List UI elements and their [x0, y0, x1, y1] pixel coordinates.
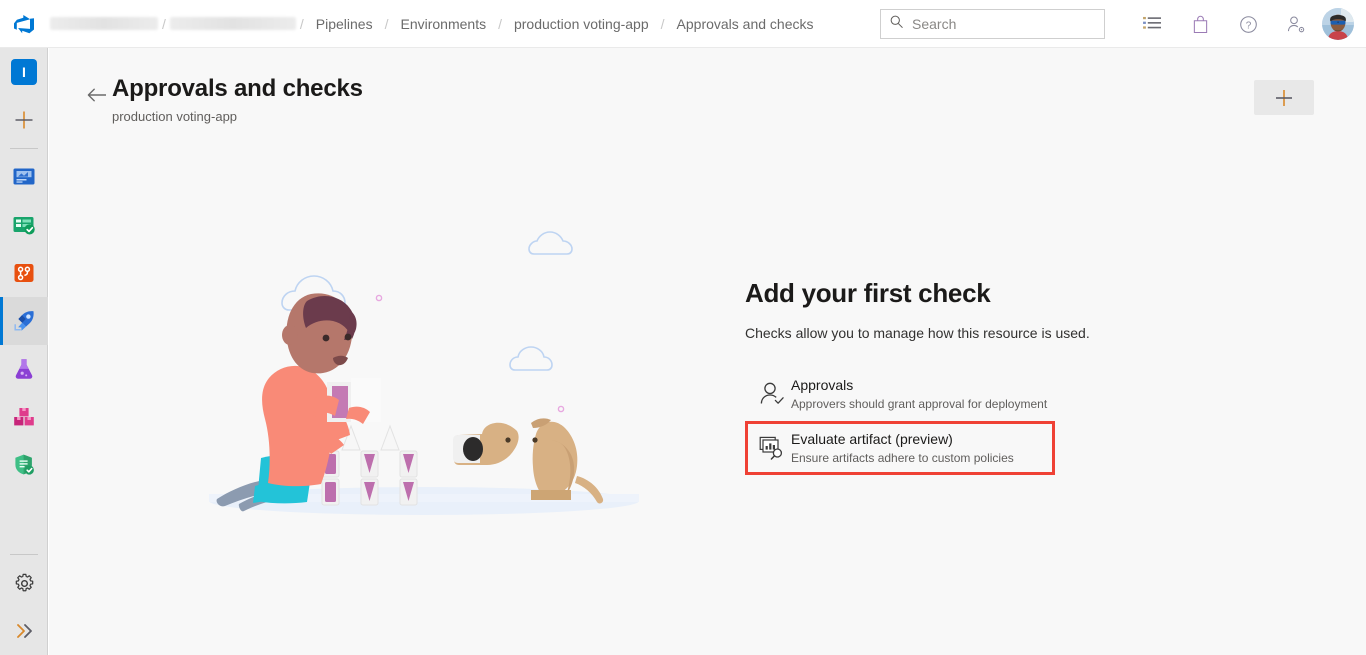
- double-chevron-right-icon: [17, 624, 32, 638]
- svg-text:?: ?: [1245, 20, 1251, 31]
- evaluate-artifact-icon: [753, 431, 791, 465]
- breadcrumb-item-pipelines[interactable]: Pipelines: [306, 16, 383, 32]
- overview-icon: [13, 168, 35, 185]
- plus-icon: [15, 111, 33, 129]
- breadcrumb-item-environment[interactable]: production voting-app: [504, 16, 659, 32]
- empty-state-illustration: [199, 218, 679, 523]
- sidebar-item-overview[interactable]: [0, 153, 48, 201]
- check-option-label: Evaluate artifact (preview): [791, 431, 953, 447]
- zero-data-area: Add your first check Checks allow you to…: [49, 158, 1366, 578]
- zero-data-text: Add your first check Checks allow you to…: [745, 278, 1165, 475]
- help-question-icon[interactable]: ?: [1224, 0, 1272, 48]
- pipelines-rocket-icon: [14, 311, 34, 331]
- rail-divider-bottom: [10, 554, 38, 555]
- check-option-evaluate-artifact[interactable]: Evaluate artifact (preview) Ensure artif…: [745, 421, 1055, 475]
- plus-icon: [1276, 89, 1292, 106]
- azure-devops-logo[interactable]: [0, 0, 48, 48]
- rail-divider: [9, 148, 38, 149]
- check-option-text: Approvals Approvers should grant approva…: [791, 376, 1047, 412]
- breadcrumb-project[interactable]: [169, 17, 296, 30]
- page-subtitle: production voting-app: [112, 109, 238, 124]
- sidebar-item-advanced-security[interactable]: [0, 441, 48, 489]
- check-option-text: Evaluate artifact (preview) Ensure artif…: [791, 430, 1014, 466]
- sidebar-item-project-settings[interactable]: [0, 559, 48, 607]
- project-badge: I: [11, 59, 37, 85]
- breadcrumb-separator: /: [299, 15, 304, 32]
- page-title: Approvals and checks: [112, 75, 363, 102]
- zero-data-title: Add your first check: [745, 278, 991, 308]
- zero-data-description: Checks allow you to manage how this reso…: [745, 325, 1090, 341]
- page-title-group: Approvals and checks production voting-a…: [112, 74, 363, 124]
- expand-rail-button[interactable]: [0, 607, 48, 655]
- breadcrumb: / / Pipelines / Environments / productio…: [48, 0, 824, 48]
- back-button[interactable]: [82, 80, 112, 110]
- work-items-icon[interactable]: [1128, 0, 1176, 48]
- search-input[interactable]: Search: [880, 9, 1105, 39]
- check-option-label: Approvals: [791, 377, 854, 393]
- breadcrumb-separator: /: [660, 15, 665, 32]
- marketplace-bag-icon[interactable]: [1176, 0, 1224, 48]
- left-rail: I: [0, 48, 48, 655]
- breadcrumb-item-environments[interactable]: Environments: [391, 16, 497, 32]
- rail-bottom-group: [0, 550, 48, 655]
- avatar[interactable]: [1322, 8, 1354, 40]
- check-option-description: Ensure artifacts adhere to custom polici…: [791, 451, 1014, 465]
- search-placeholder: Search: [912, 16, 957, 32]
- breadcrumb-item-current: Approvals and checks: [676, 15, 814, 32]
- search-icon: [889, 14, 904, 34]
- sidebar-item-repos[interactable]: [0, 249, 48, 297]
- check-type-list: Approvals Approvers should grant approva…: [745, 367, 1165, 475]
- test-plans-flask-icon: [15, 359, 33, 379]
- sidebar-item-boards[interactable]: [0, 201, 48, 249]
- add-check-button[interactable]: [1254, 80, 1314, 115]
- breadcrumb-separator: /: [498, 15, 502, 32]
- check-option-approvals[interactable]: Approvals Approvers should grant approva…: [745, 367, 1165, 421]
- boards-icon: [13, 217, 35, 235]
- main-content: Approvals and checks production voting-a…: [49, 48, 1366, 655]
- breadcrumb-organization[interactable]: [50, 17, 158, 30]
- sidebar-item-artifacts[interactable]: [0, 393, 48, 441]
- breadcrumb-separator: /: [162, 15, 166, 32]
- approvals-person-check-icon: [753, 377, 791, 411]
- gear-icon: [15, 573, 33, 591]
- sidebar-item-project-avatar[interactable]: I: [0, 48, 48, 96]
- security-shield-icon: [15, 454, 34, 475]
- breadcrumb-separator: /: [384, 15, 389, 32]
- artifacts-boxes-icon: [14, 408, 34, 426]
- check-option-description: Approvers should grant approval for depl…: [791, 397, 1048, 411]
- sidebar-item-test-plans[interactable]: [0, 345, 48, 393]
- page-header: Approvals and checks production voting-a…: [82, 74, 363, 124]
- arrow-left-icon: [87, 88, 106, 102]
- sidebar-item-add-new[interactable]: [0, 96, 48, 144]
- repos-icon: [14, 264, 34, 282]
- top-bar-icons: ?: [1128, 0, 1366, 48]
- user-settings-icon[interactable]: [1272, 0, 1320, 48]
- top-bar: / / Pipelines / Environments / productio…: [0, 0, 1366, 48]
- sidebar-item-pipelines[interactable]: [0, 297, 48, 345]
